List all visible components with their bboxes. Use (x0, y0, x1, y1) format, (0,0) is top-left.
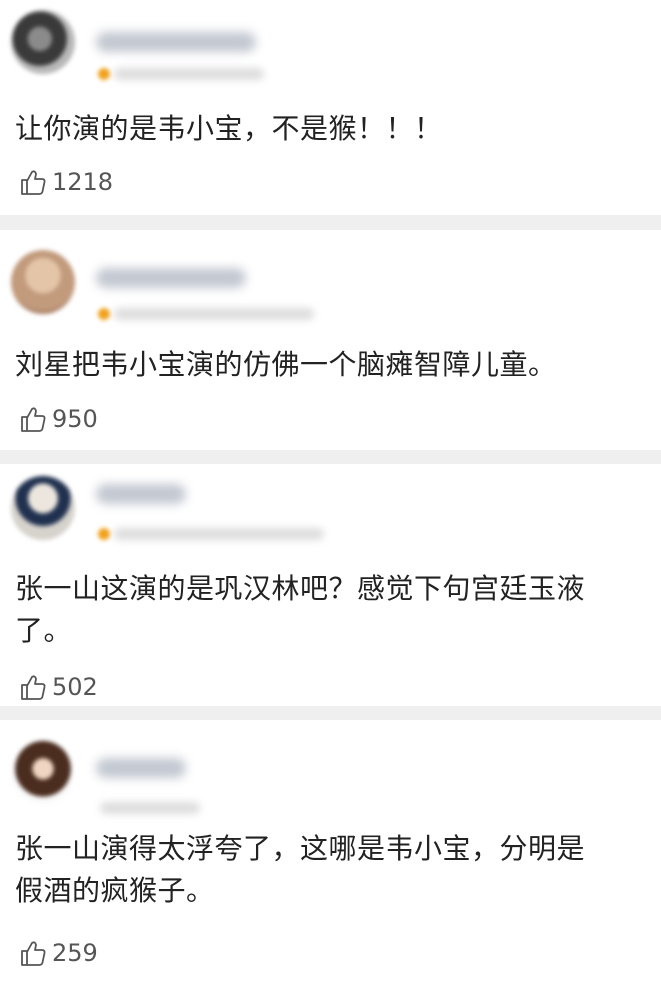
comment-text: 让你演的是韦小宝，不是猴！！！ (15, 112, 443, 145)
meta-blurred (114, 308, 314, 320)
username-blurred[interactable] (96, 268, 246, 288)
level-badge-icon (98, 308, 110, 320)
user-avatar[interactable] (11, 476, 75, 540)
meta-blurred (100, 802, 200, 814)
level-badge-icon (98, 528, 110, 540)
like-count: 1218 (52, 168, 114, 196)
meta-blurred (114, 68, 264, 80)
comment-card: 刘星把韦小宝演的仿佛一个脑瘫智障儿童。 950 (0, 230, 661, 450)
username-blurred[interactable] (96, 32, 256, 52)
comment-card: 张一山这演的是巩汉林吧？感觉下句宫廷玉液 了。 502 (0, 464, 661, 706)
like-count: 950 (52, 405, 98, 433)
comment-card: 张一山演得太浮夸了，这哪是韦小宝，分明是 假酒的疯猴子。 259 (0, 720, 661, 1000)
user-avatar[interactable] (11, 250, 75, 314)
like-count: 259 (52, 939, 98, 967)
thumbs-up-icon (21, 675, 46, 700)
username-blurred[interactable] (96, 484, 186, 504)
like-button[interactable]: 259 (18, 936, 98, 970)
thumbs-up-icon (21, 407, 46, 432)
thumbs-up-icon (21, 941, 46, 966)
comment-text: 张一山演得太浮夸了，这哪是韦小宝，分明是 假酒的疯猴子。 (15, 832, 586, 907)
like-button[interactable]: 502 (18, 670, 98, 704)
comment-feed: 让你演的是韦小宝，不是猴！！！ 1218 刘星把韦小宝演的仿佛一个脑瘫智障儿童。… (0, 0, 661, 1000)
comment-text: 刘星把韦小宝演的仿佛一个脑瘫智障儿童。 (15, 348, 557, 381)
thumbs-up-icon (21, 170, 46, 195)
like-button[interactable]: 950 (18, 402, 98, 436)
user-avatar[interactable] (11, 10, 75, 74)
like-button[interactable]: 1218 (18, 165, 113, 199)
meta-blurred (114, 528, 324, 540)
comment-card: 让你演的是韦小宝，不是猴！！！ 1218 (0, 0, 661, 215)
level-badge-icon (98, 68, 110, 80)
username-blurred[interactable] (96, 758, 186, 778)
like-count: 502 (52, 673, 98, 701)
user-avatar[interactable] (11, 740, 75, 804)
comment-text: 张一山这演的是巩汉林吧？感觉下句宫廷玉液 了。 (15, 572, 586, 647)
